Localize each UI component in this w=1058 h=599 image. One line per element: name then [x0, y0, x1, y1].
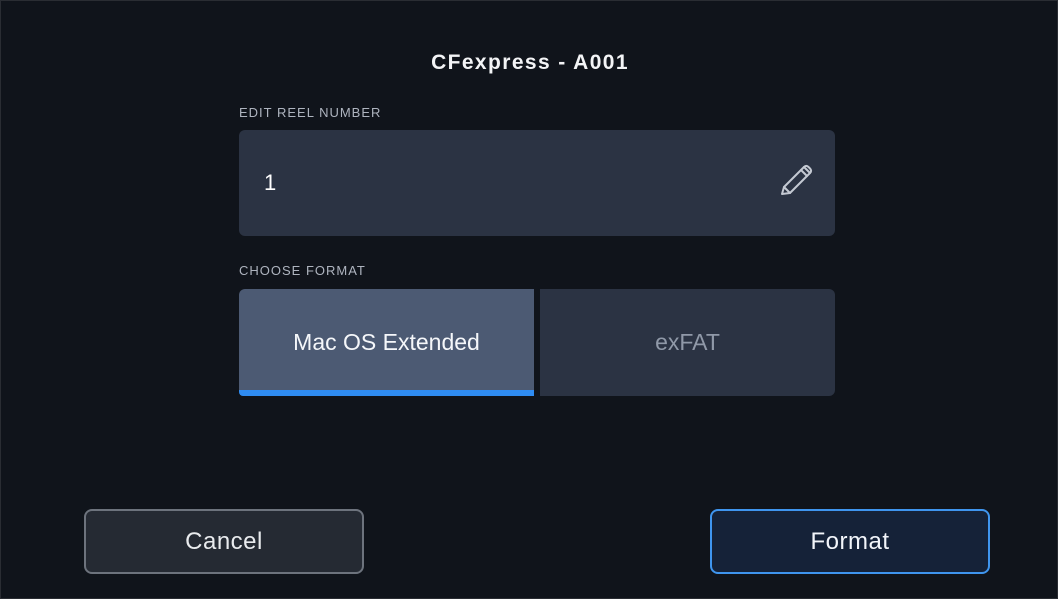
format-option-mac-os-extended[interactable]: Mac OS Extended	[239, 289, 534, 396]
reel-number-label: EDIT REEL NUMBER	[239, 105, 382, 120]
format-option-exfat[interactable]: exFAT	[540, 289, 835, 396]
dialog-title: CFexpress - A001	[431, 51, 629, 74]
format-option-label: exFAT	[655, 329, 720, 355]
cancel-button[interactable]: Cancel	[84, 509, 364, 574]
format-dialog: CFexpress - A001 EDIT REEL NUMBER 1 CHOO…	[0, 0, 1058, 599]
reel-number-value: 1	[264, 170, 277, 195]
selected-indicator	[239, 390, 534, 396]
reel-number-field[interactable]: 1	[239, 130, 835, 236]
format-option-label: Mac OS Extended	[293, 329, 480, 355]
pencil-icon[interactable]	[773, 160, 817, 204]
format-segmented-control: Mac OS Extended exFAT	[239, 289, 835, 396]
choose-format-label: CHOOSE FORMAT	[239, 263, 366, 278]
format-button[interactable]: Format	[710, 509, 990, 574]
